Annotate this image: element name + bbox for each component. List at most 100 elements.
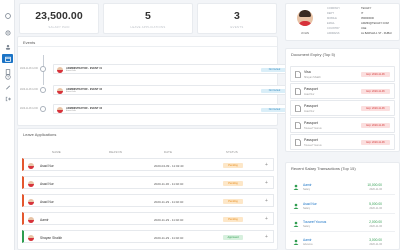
transaction-date: 2020-11-06	[369, 224, 382, 228]
leave-title: Leave Applications	[23, 132, 57, 137]
expand-button[interactable]: +	[265, 216, 268, 222]
transaction-date: 2020-11-06	[369, 206, 382, 210]
dashboard-icon	[4, 12, 11, 19]
document-item[interactable]: Visa Shayan Shaikh Exp: 2020-11-06	[290, 66, 395, 82]
transaction-date: 2020-11-06	[369, 187, 382, 191]
document-item[interactable]: Passport Touseef Younus Exp: 2020-11-06	[290, 134, 395, 150]
employee-name[interactable]: Aamir	[303, 238, 312, 242]
leave-date: 2020-11-30 - 11:02:40	[154, 181, 184, 186]
expiry-badge: Exp: 2020-11-06	[361, 106, 390, 111]
event-card[interactable]: ADMINISTRATOR - EVENT #2 Event Info Not …	[53, 85, 291, 95]
transaction-amount: 2,000.00	[369, 220, 382, 224]
sidebar-item-time[interactable]	[2, 72, 13, 81]
profile-card: JOHN COMPANY TECHFY DEPT IT MOBILE 05000000…	[285, 3, 400, 41]
applicant-name: Asad Nur	[40, 181, 54, 186]
table-row[interactable]: Asad Nur 2020-04-09 - 11:02:40 Pending +	[22, 158, 274, 171]
transaction-amount: 10,000.00	[367, 183, 382, 187]
sidebar-item-dashboard[interactable]	[2, 11, 13, 20]
document-item[interactable]: Passport Asad Nur Exp: 2020-11-06	[290, 100, 395, 116]
document-icon	[295, 71, 301, 78]
transaction-type: Salary	[303, 224, 311, 228]
edit-icon	[5, 85, 10, 89]
event-card[interactable]: ADMINISTRATOR - EVENT #1 Event Info Not …	[53, 64, 291, 74]
expand-button[interactable]: +	[265, 162, 268, 168]
document-owner: Asad Nur	[304, 92, 315, 96]
events-panel: Events 2020-11-06 12:00 ADMINISTRATOR - …	[17, 36, 291, 126]
applicant-avatar	[28, 180, 34, 187]
calendar-icon	[4, 56, 11, 62]
expand-button[interactable]: +	[265, 234, 268, 240]
status-badge: Pending	[223, 216, 243, 222]
expiry-badge: Exp: 2020-11-06	[361, 123, 390, 128]
table-row[interactable]: Aamir 2020-11-29 - 11:02:40 Pending +	[22, 212, 274, 225]
salary-transaction-item[interactable]: Aamir Advance 3,000.00 2020-11-06	[290, 238, 395, 248]
stat-label: SALARY PAID	[48, 25, 70, 29]
event-avatar	[57, 87, 63, 94]
document-item[interactable]: Passport Touseef Younus Exp: 2020-11-06	[290, 117, 395, 133]
salary-transaction-item[interactable]: Touseef Younus Salary 2,000.00 2020-11-0…	[290, 220, 395, 230]
document-item[interactable]: Passport Asad Nur Exp: 2020-11-06	[290, 83, 395, 99]
employee-name[interactable]: Asad Nur	[303, 202, 317, 206]
status-badge: Pending	[223, 180, 243, 186]
event-avatar	[57, 66, 63, 73]
leave-date: 2020-11-29 - 11:02:40	[154, 235, 184, 240]
expiry-badge: Exp: 2020-11-06	[361, 89, 390, 94]
document-icon	[295, 139, 301, 146]
employee-name[interactable]: Touseef Younus	[303, 220, 326, 224]
document-icon	[295, 122, 301, 129]
sidebar-item-calendar[interactable]	[2, 54, 13, 63]
user-icon	[293, 184, 299, 190]
users-icon	[5, 44, 10, 50]
event-avatar	[57, 106, 63, 113]
document-name: Passport	[304, 138, 318, 142]
avatar	[297, 10, 313, 26]
sidebar-item-users[interactable]	[2, 42, 13, 51]
column-header-status[interactable]: STATUS	[226, 151, 238, 154]
sidebar-item-logout[interactable]	[2, 94, 13, 103]
user-icon	[293, 203, 299, 209]
expiry-badge: Exp: 2020-11-06	[361, 72, 390, 77]
expand-button[interactable]: +	[265, 198, 268, 204]
stat-card-leave: 5 LEAVE APPLICATIONS	[103, 3, 193, 34]
employee-name[interactable]: Aamir	[303, 183, 312, 187]
transaction-type: Advance	[303, 242, 313, 246]
applicant-name: Shayan Shaikh	[40, 235, 63, 240]
event-time: 2020-11-06 12:00	[20, 108, 38, 110]
applicant-avatar	[28, 198, 34, 205]
leave-date: 2020-04-09 - 11:02:40	[154, 163, 184, 168]
event-status-badge: Not Invited	[261, 107, 288, 112]
sidebar-item-settings[interactable]	[2, 28, 13, 37]
event-card[interactable]: ADMINISTRATOR - EVENT #3 Event Info Not …	[53, 104, 291, 114]
document-owner: Touseef Younus	[304, 143, 322, 147]
salary-transaction-item[interactable]: Aamir Salary 10,000.00 2020-11-06	[290, 183, 395, 193]
table-row[interactable]: Shayan Shaikh 2020-11-29 - 11:02:40 Appr…	[22, 230, 274, 243]
transaction-type: Salary	[303, 206, 311, 210]
expand-button[interactable]: +	[265, 180, 268, 186]
applicant-name: Asad Nur	[40, 163, 54, 168]
timeline-dot	[40, 66, 46, 72]
sidebar-item-edit[interactable]	[2, 82, 13, 91]
leave-date: 2020-11-29 - 11:02:40	[154, 217, 184, 222]
table-row[interactable]: Asad Nur 2020-11-30 - 11:02:40 Pending +	[22, 176, 274, 189]
column-header-reason[interactable]: REASON	[109, 151, 122, 154]
stat-card-events: 3 EVENTS	[197, 3, 277, 34]
user-icon	[293, 221, 299, 227]
column-header-date[interactable]: DATE	[164, 151, 172, 154]
stat-value: 3	[234, 10, 240, 22]
event-status-badge: Not Invited	[261, 88, 288, 93]
expiry-badge: Exp: 2020-11-06	[361, 140, 390, 145]
status-badge: Pending	[223, 162, 243, 168]
status-badge: Pending	[223, 198, 243, 204]
applicant-avatar	[28, 162, 34, 169]
column-header-name[interactable]: NAME	[52, 151, 61, 154]
transaction-type: Salary	[303, 187, 311, 191]
document-owner: Asad Nur	[304, 109, 315, 113]
table-row[interactable]: Asad Nur 2020-11-29 - 11:02:40 Pending +	[22, 194, 274, 207]
clock-icon	[4, 73, 11, 80]
event-time: 2020-11-06 12:00	[20, 68, 38, 70]
status-badge: Approved	[223, 234, 243, 240]
document-name: Passport	[304, 87, 318, 91]
applicant-name: Aamir	[40, 217, 49, 222]
sidebar	[0, 0, 15, 250]
salary-transaction-item[interactable]: Asad Nur Salary 5,000.00 2020-11-06	[290, 202, 395, 212]
